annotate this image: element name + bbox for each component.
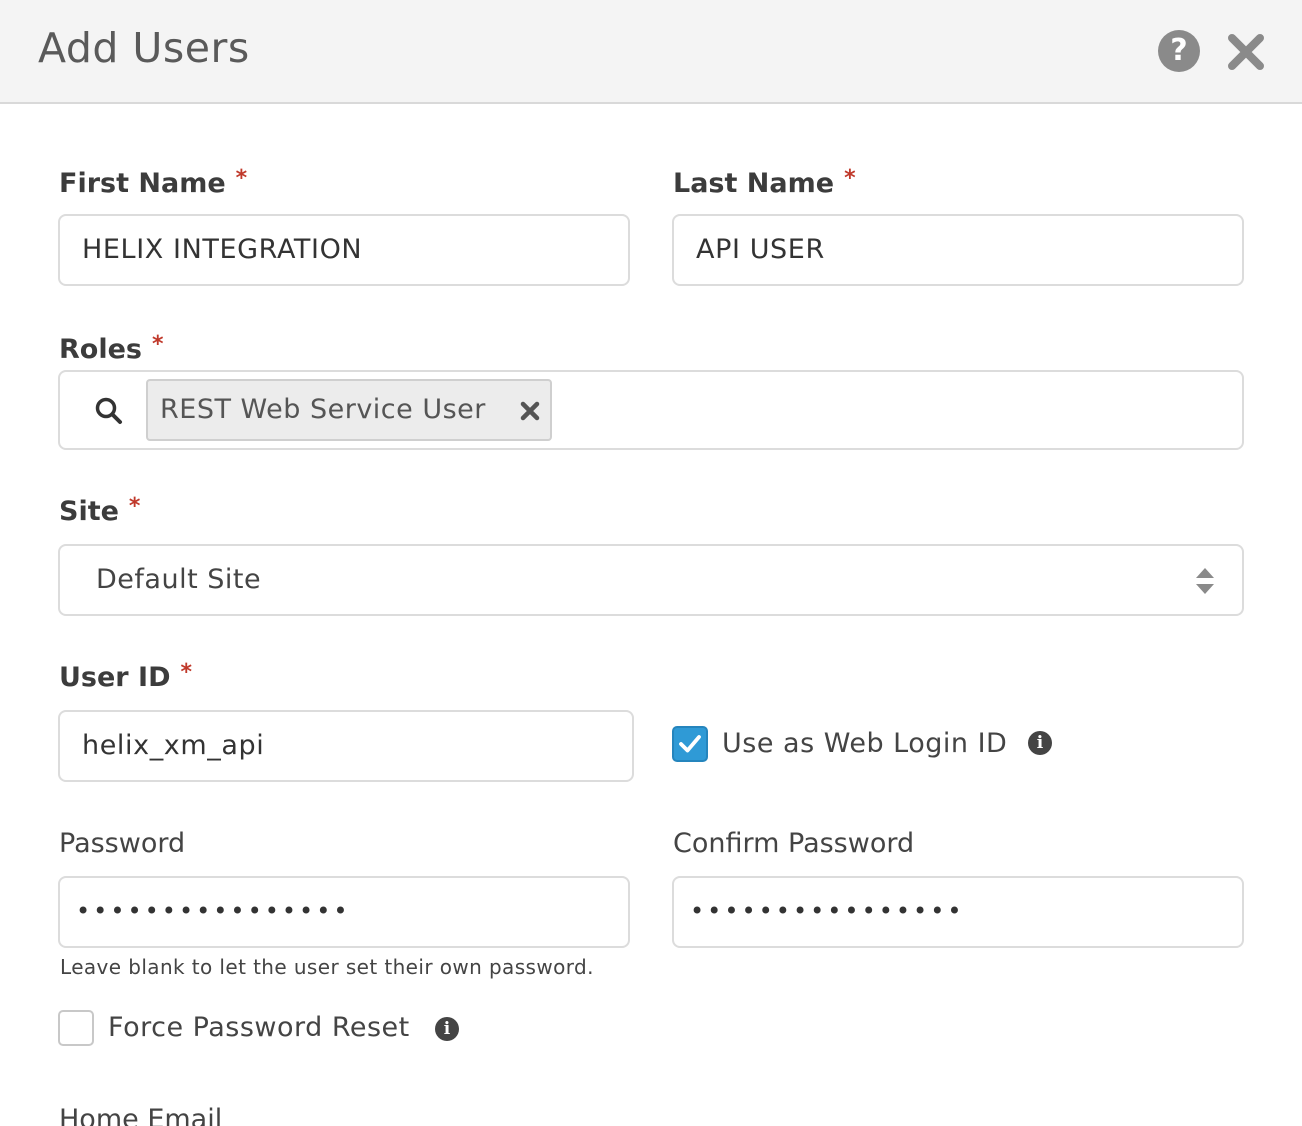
site-select-value: Default Site: [96, 564, 262, 595]
dialog-header: Add Users ?: [0, 0, 1302, 104]
first-name-input[interactable]: HELIX INTEGRATION: [58, 214, 630, 286]
roles-label: Roles *: [59, 332, 164, 365]
sort-arrows-icon: [1196, 568, 1214, 594]
role-tag-label: REST Web Service User: [160, 394, 486, 425]
first-name-label: First Name *: [59, 166, 248, 199]
close-icon[interactable]: [518, 399, 542, 423]
password-hint: Leave blank to let the user set their ow…: [60, 955, 594, 979]
force-password-reset-checkbox[interactable]: [58, 1010, 94, 1046]
checkmark-icon: [679, 735, 701, 753]
info-circle-icon[interactable]: i: [435, 1017, 459, 1041]
last-name-label: Last Name *: [673, 166, 856, 199]
dialog-title: Add Users: [38, 24, 250, 72]
required-marker: *: [151, 332, 164, 357]
search-icon: [95, 397, 122, 424]
last-name-input[interactable]: API USER: [672, 214, 1244, 286]
help-icon[interactable]: ?: [1158, 30, 1200, 72]
required-marker: *: [844, 166, 856, 191]
user-id-label: User ID *: [59, 660, 192, 693]
required-marker: *: [128, 494, 141, 519]
close-icon[interactable]: [1226, 30, 1266, 72]
site-label: Site *: [59, 494, 141, 527]
password-input[interactable]: ••••••••••••••••: [58, 876, 630, 948]
roles-multiselect[interactable]: REST Web Service User: [58, 370, 1244, 450]
force-password-reset-label: Force Password Reset: [108, 1012, 410, 1043]
use-as-web-login-label: Use as Web Login ID: [722, 728, 1008, 759]
site-select[interactable]: Default Site: [58, 544, 1244, 616]
required-marker: *: [180, 660, 192, 685]
role-tag: REST Web Service User: [146, 379, 552, 441]
info-circle-icon[interactable]: i: [1028, 731, 1052, 755]
use-as-web-login-checkbox[interactable]: [672, 726, 708, 762]
confirm-password-input[interactable]: ••••••••••••••••: [672, 876, 1244, 948]
password-label: Password: [59, 828, 186, 859]
required-marker: *: [235, 166, 248, 191]
user-id-input[interactable]: helix_xm_api: [58, 710, 634, 782]
confirm-password-label: Confirm Password: [673, 828, 915, 859]
home-email-label: Home Email: [59, 1104, 223, 1126]
